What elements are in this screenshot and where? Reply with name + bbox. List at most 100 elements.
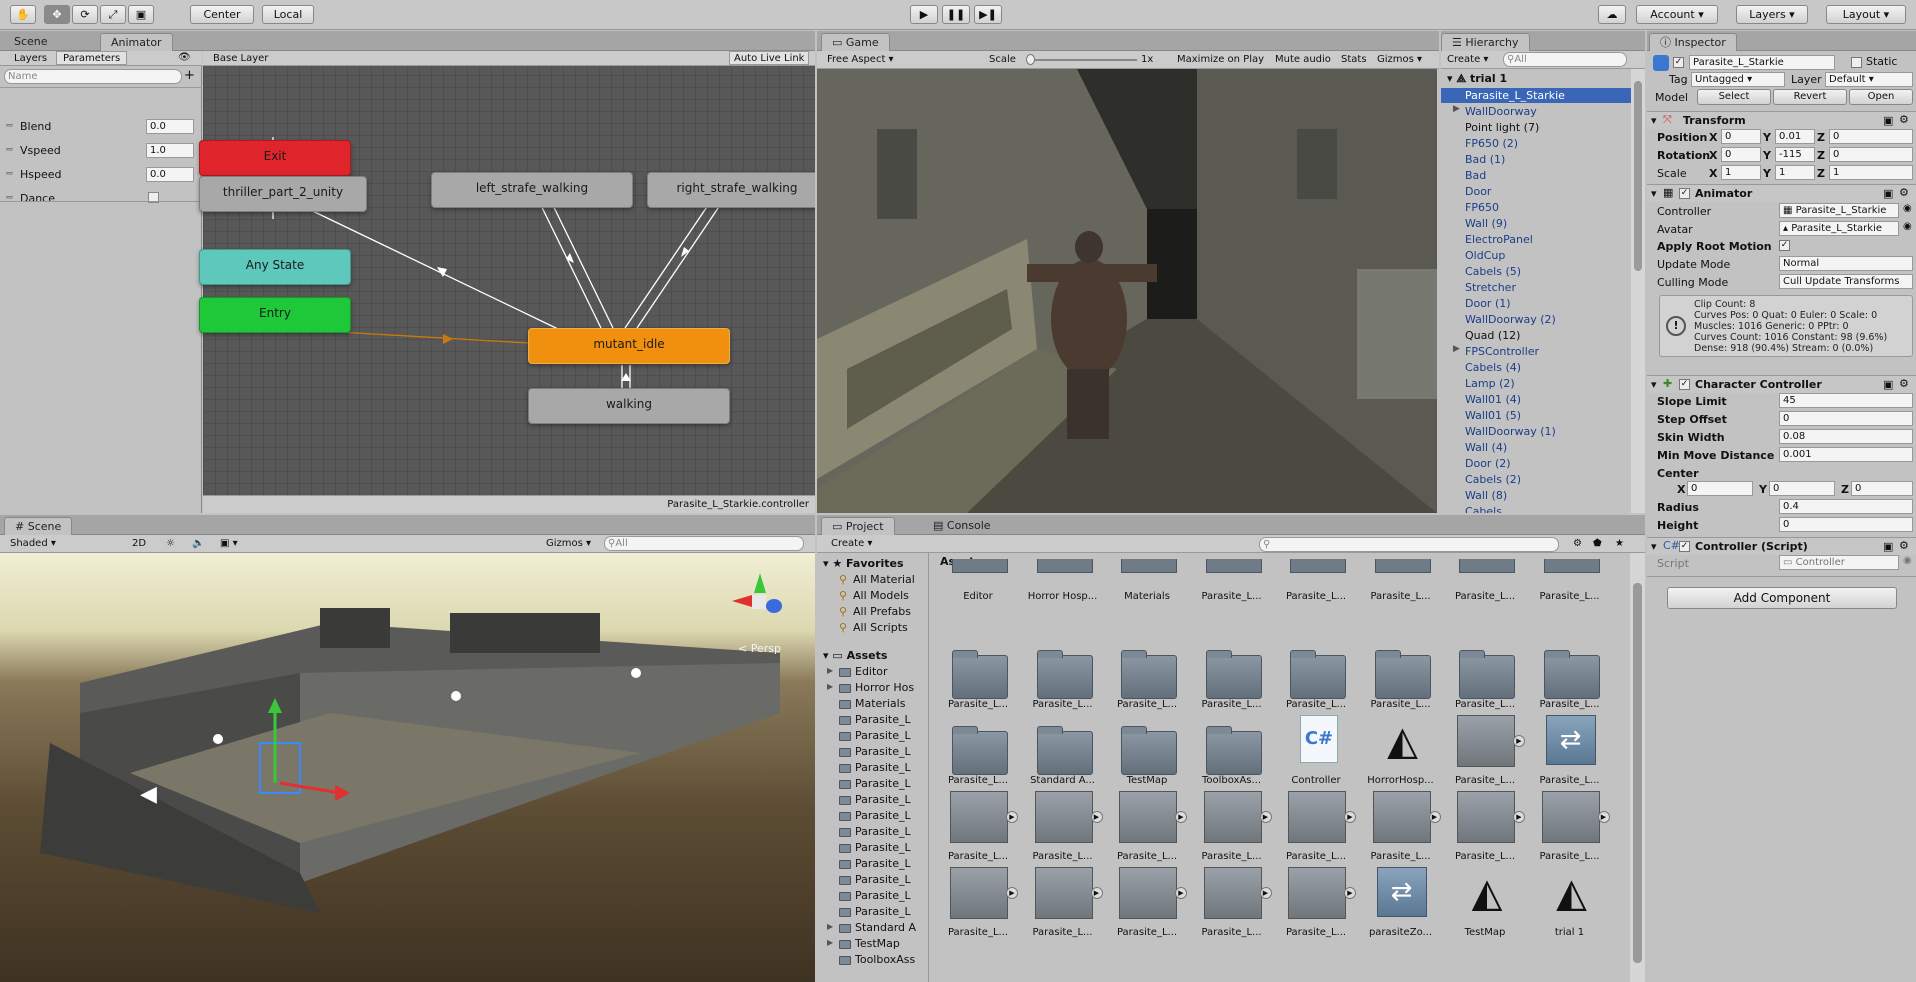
drag-handle-icon[interactable]: ═ [6,143,13,156]
game-view[interactable] [817,69,1437,513]
aspect-dropdown[interactable]: Free Aspect ▾ [827,53,894,67]
transform-pos-z-field[interactable]: 0 [1829,129,1913,144]
add-parameter-icon[interactable]: + [184,68,195,83]
asset-item[interactable]: ▶ Parasite_L... [1274,863,1358,939]
slope-limit-field[interactable]: 45 [1779,393,1913,408]
settings-gear-icon[interactable]: ⚙ [1899,186,1909,199]
asset-item[interactable]: C# Controller [1274,711,1358,787]
hierarchy-item[interactable]: Wall01 (5) [1441,408,1631,423]
asset-item[interactable]: ▶ Parasite_L... [1443,787,1527,863]
x-axis-cone-icon[interactable] [732,595,752,607]
state-thriller[interactable]: thriller_part_2_unity [199,176,367,212]
hierarchy-item[interactable]: WallDoorway (2) [1441,312,1631,327]
help-icon[interactable]: ▣ [1883,114,1893,127]
animator-graph[interactable]: Base Layer Auto Live Link Exit thriller_… [199,51,815,513]
avatar-field[interactable]: ▴ Parasite_L_Starkie [1779,221,1899,236]
hierarchy-search-input[interactable]: ⚲All [1503,52,1627,67]
hierarchy-item[interactable]: Parasite_L_Starkie [1441,88,1631,103]
transform-pos-x-field[interactable]: 0 [1721,129,1761,144]
rotate-tool-icon[interactable]: ⟳ [72,5,98,24]
active-checkbox[interactable]: ✓ [1673,57,1684,68]
model-revert-button[interactable]: Revert [1773,89,1847,105]
asset-item[interactable]: ▶ Parasite_L... [1359,787,1443,863]
culling-mode-dropdown[interactable]: Cull Update Transforms [1779,274,1913,289]
hierarchy-item[interactable]: Wall (9) [1441,216,1631,231]
hierarchy-scrollbar[interactable] [1631,69,1645,513]
help-icon[interactable]: ▣ [1883,540,1893,553]
asset-item[interactable]: Parasite_L... [1190,635,1274,711]
tree-item[interactable]: Parasite_L [827,905,927,920]
state-mutant-idle[interactable]: mutant_idle [528,328,730,364]
expand-arrow-icon[interactable]: ▶ [827,922,833,931]
preview-play-icon[interactable]: ▶ [1259,811,1272,823]
rect-tool-icon[interactable]: ▣ [128,5,154,24]
transform-scl-z-field[interactable]: 1 [1829,165,1913,180]
settings-gear-icon[interactable]: ⚙ [1899,377,1909,390]
tab-inspector[interactable]: ⓘ Inspector [1649,33,1737,51]
state-left-strafe[interactable]: left_strafe_walking [431,172,633,208]
hierarchy-item[interactable]: Door (2) [1441,456,1631,471]
preview-play-icon[interactable]: ▶ [1090,887,1103,899]
asset-item[interactable]: ▶ Parasite_L... [1105,787,1189,863]
tree-item[interactable]: Parasite_L [827,745,927,760]
hierarchy-item[interactable]: Lamp (2) [1441,376,1631,391]
step-button[interactable]: ▶❚ [974,5,1002,24]
scrollbar-thumb[interactable] [1633,583,1642,963]
preview-play-icon[interactable]: ▶ [1344,811,1356,823]
tree-item[interactable]: ▶ Editor [827,665,927,680]
gizmos-dropdown[interactable]: Gizmos ▾ [1377,53,1422,67]
center-z-field[interactable]: 0 [1851,481,1913,496]
scene-search-input[interactable]: ⚲All [604,536,804,551]
state-any-state[interactable]: Any State [199,249,351,285]
asset-item[interactable]: Parasite_L... [1359,559,1443,603]
foldout-arrow-icon[interactable]: ▾ [1651,187,1657,200]
filter-label-icon[interactable]: ⬟ [1593,537,1602,551]
asset-item[interactable]: Parasite_L... [1443,635,1527,711]
transform-rot-x-field[interactable]: 0 [1721,147,1761,162]
tree-item[interactable]: Parasite_L [827,889,927,904]
hierarchy-item[interactable]: Quad (12) [1441,328,1631,343]
asset-item[interactable]: ▶ Parasite_L... [936,863,1020,939]
foldout-arrow-icon[interactable]: ▾ [1651,540,1657,553]
script-enabled-checkbox[interactable]: ✓ [1679,541,1690,552]
hierarchy-item[interactable]: Cabels (4) [1441,360,1631,375]
height-field[interactable]: 0 [1779,517,1913,532]
tree-item[interactable]: ▶ Horror Hos [827,681,927,696]
asset-item[interactable]: Standard A... [1021,711,1105,787]
settings-gear-icon[interactable]: ⚙ [1899,539,1909,552]
audio-icon[interactable]: 🔈 [192,537,204,551]
layer-dropdown[interactable]: Default ▾ [1825,72,1913,87]
effects-icon[interactable]: ▣ ▾ [220,537,238,551]
hierarchy-item[interactable]: Bad (1) [1441,152,1631,167]
asset-item[interactable]: ToolboxAs... [1190,711,1274,787]
asset-item[interactable]: ⇄ Parasite_L... [1528,711,1612,787]
tab-animator[interactable]: Animator [100,33,173,51]
tag-dropdown[interactable]: Untagged ▾ [1691,72,1785,87]
asset-item[interactable]: ▶ Parasite_L... [936,787,1020,863]
center-x-field[interactable]: 0 [1687,481,1753,496]
lighting-icon[interactable]: ☼ [166,537,175,551]
script-field[interactable]: ▭ Controller [1779,555,1899,570]
asset-item[interactable]: ◭ HorrorHosp... [1359,711,1443,787]
asset-item[interactable]: Parasite_L... [1190,559,1274,603]
asset-item[interactable]: ⇄ parasiteZo... [1359,863,1443,939]
character-controller-header[interactable]: ▾ ✚ ✓ Character Controller ▣ ⚙ [1647,375,1916,393]
center-y-field[interactable]: 0 [1769,481,1835,496]
object-picker-icon[interactable]: ◉ [1903,555,1912,566]
asset-item[interactable]: Parasite_L... [936,711,1020,787]
transform-rot-z-field[interactable]: 0 [1829,147,1913,162]
hierarchy-create-dropdown[interactable]: Create ▾ [1447,53,1488,67]
tree-item[interactable]: Parasite_L [827,857,927,872]
tab-scene[interactable]: # Scene [4,517,73,535]
cloud-icon[interactable]: ☁ [1598,5,1626,24]
asset-item[interactable]: ▶ Parasite_L... [1274,787,1358,863]
apply-root-motion-checkbox[interactable]: ✓ [1779,240,1790,251]
tree-item[interactable]: Parasite_L [827,713,927,728]
account-dropdown[interactable]: Account ▾ [1636,5,1718,24]
add-component-button[interactable]: Add Component [1667,587,1897,609]
tab-scene-top[interactable]: Scene [4,33,58,51]
asset-item[interactable]: TestMap [1105,711,1189,787]
axis-gizmo[interactable] [724,573,790,629]
asset-item[interactable]: Materials [1105,559,1189,603]
tab-project[interactable]: ▭ Project [821,517,895,535]
